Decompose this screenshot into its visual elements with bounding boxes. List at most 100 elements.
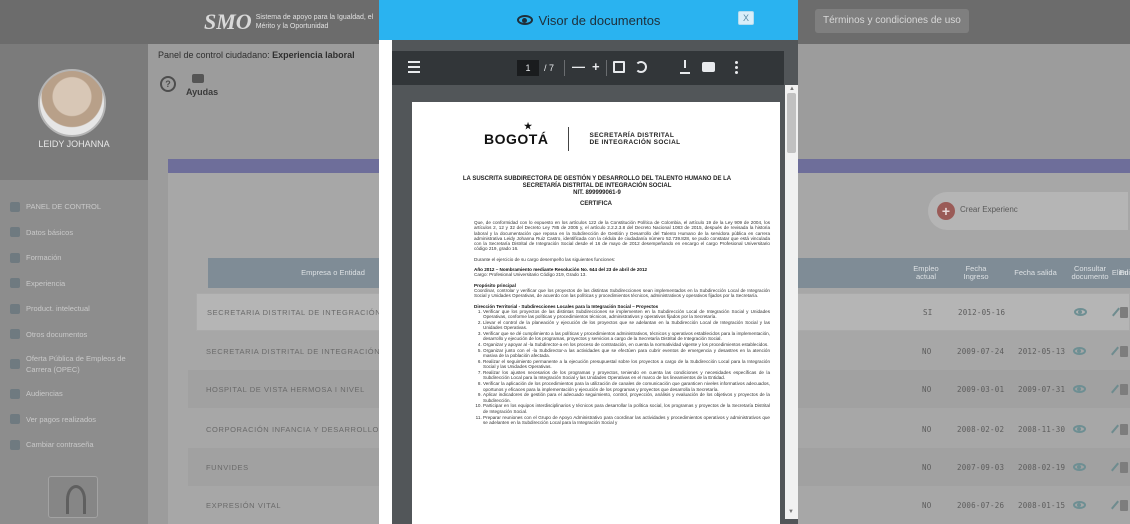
- more-options-icon[interactable]: [735, 61, 738, 74]
- delete-button[interactable]: [1120, 424, 1128, 435]
- menu-icon[interactable]: [408, 61, 420, 73]
- view-document-button[interactable]: [1073, 332, 1086, 370]
- download-icon[interactable]: [680, 60, 690, 74]
- close-button[interactable]: X: [738, 11, 754, 25]
- delete-button[interactable]: [1120, 500, 1128, 511]
- cell-entity: EXPRESIÓN VITAL: [206, 500, 282, 510]
- view-document-button[interactable]: [1073, 486, 1086, 524]
- lock-icon: [10, 439, 20, 450]
- view-document-button[interactable]: [1074, 294, 1087, 330]
- pdf-toolbar: 1 / 7 — +: [392, 51, 784, 85]
- delete-button[interactable]: [1120, 307, 1128, 318]
- list-item: Realizar los ajustes necesarios de los p…: [483, 370, 770, 381]
- cell-start: 2009-03-01: [957, 384, 1005, 394]
- help-icon[interactable]: ?: [160, 76, 176, 92]
- sidebar-item-ver-pagos[interactable]: Ver pagos realizados: [0, 407, 148, 433]
- cell-end: 2009-07-31: [1018, 384, 1066, 394]
- col-delete[interactable]: Elimi: [1110, 258, 1130, 288]
- sidebar-item-label: Audiencias: [26, 389, 63, 399]
- fit-page-icon[interactable]: [613, 61, 625, 73]
- sidebar-item-label: Otros documentos: [26, 329, 88, 339]
- view-document-button[interactable]: [1073, 410, 1086, 448]
- cell-start: 2009-07-24: [957, 346, 1005, 356]
- plus-icon: +: [937, 202, 955, 220]
- video-icon[interactable]: [192, 74, 204, 83]
- scrollbar-thumb[interactable]: [787, 93, 796, 153]
- cell-current: NO: [922, 384, 932, 394]
- edit-button[interactable]: [1111, 370, 1119, 408]
- trash-icon: [1120, 500, 1128, 511]
- rotate-icon[interactable]: [635, 61, 647, 73]
- pencil-icon: [1111, 462, 1119, 472]
- delete-button[interactable]: [1120, 346, 1128, 357]
- col-document[interactable]: Consultar documento: [1068, 258, 1112, 288]
- delete-button[interactable]: [1120, 384, 1128, 395]
- help-label[interactable]: Ayudas: [186, 87, 218, 97]
- scroll-down-icon[interactable]: ▼: [788, 509, 794, 515]
- edit-button[interactable]: [1111, 448, 1119, 486]
- app-logo[interactable]: SMO Sistema de apoyo para la Igualdad, e…: [204, 6, 376, 38]
- sidebar-item-datos-basicos[interactable]: Datos básicos: [0, 220, 148, 246]
- create-experience-button[interactable]: + Crear Experienc: [928, 192, 1128, 230]
- cell-start: 2008-02-02: [957, 424, 1005, 434]
- list-item: Llevar el control de la planeación y eje…: [483, 320, 770, 331]
- sidebar-item-experiencia[interactable]: Experiencia: [0, 271, 148, 297]
- briefcase-icon: [10, 278, 20, 289]
- people-icon: [10, 227, 20, 238]
- logo-mark: SMO: [204, 9, 252, 34]
- sidebar-item-label: PANEL DE CONTROL: [26, 202, 102, 212]
- edit-button[interactable]: [1111, 486, 1119, 524]
- terms-link[interactable]: Términos y condiciones de uso: [815, 9, 969, 33]
- cell-entity: HOSPITAL DE VISTA HERMOSA I NIVEL: [206, 384, 365, 394]
- sidebar-item-label: Datos básicos: [26, 227, 74, 237]
- document-icon: [10, 329, 20, 340]
- cell-start: 2006-07-26: [957, 500, 1005, 510]
- edit-button[interactable]: [1111, 410, 1119, 448]
- eye-icon: [1073, 501, 1086, 509]
- col-current[interactable]: Empleo actual: [908, 258, 944, 288]
- pencil-icon: [1112, 307, 1120, 317]
- heading-nit: NIT. 899999061-9: [573, 190, 621, 196]
- zoom-out-button[interactable]: —: [572, 59, 585, 75]
- sidebar-item-label: Cambiar contraseña: [26, 440, 94, 450]
- sidebar-item-opec[interactable]: Oferta Pública de Empleos de Carrera (OP…: [0, 347, 148, 381]
- viewer-scrollbar[interactable]: ▲ ▼: [785, 85, 798, 519]
- secretaria-name: SECRETARÍA DISTRITAL DE INTEGRACIÓN SOCIA…: [589, 132, 680, 147]
- col-start[interactable]: Fecha Ingreso: [953, 258, 999, 288]
- sidebar-item-panel-de-control[interactable]: PANEL DE CONTROL: [0, 194, 148, 220]
- sidebar-item-product-intelectual[interactable]: Product. intelectual: [0, 296, 148, 322]
- edit-button[interactable]: [1111, 332, 1119, 370]
- logo-text: Sistema de apoyo para la Igualdad, el Mé…: [255, 14, 374, 30]
- dashboard-icon: [10, 201, 20, 212]
- appointment-block: Año 2012 – Nombramiento mediante Resoluc…: [474, 267, 770, 278]
- pencil-icon: [1111, 384, 1119, 394]
- view-document-button[interactable]: [1073, 370, 1086, 408]
- sidebar-item-label: Product. intelectual: [26, 304, 90, 314]
- breadcrumb: Panel de control ciudadano: Experiencia …: [158, 50, 355, 60]
- sidebar-item-cambiar-contrasena[interactable]: Cambiar contraseña: [0, 432, 148, 458]
- pencil-icon: [1111, 424, 1119, 434]
- print-icon[interactable]: [702, 62, 715, 72]
- eye-icon: [1073, 347, 1086, 355]
- sidebar-item-audiencias[interactable]: Audiencias: [0, 381, 148, 407]
- functions-list: Verificar que los proyectos de las disti…: [474, 309, 770, 425]
- cell-current: NO: [922, 346, 932, 356]
- zoom-in-button[interactable]: +: [592, 59, 600, 75]
- sidebar-item-otros-documentos[interactable]: Otros documentos: [0, 322, 148, 348]
- page-number-input[interactable]: 1: [517, 60, 539, 76]
- cell-start: 2012-05-16: [958, 307, 1006, 317]
- sidebar-item-formacion[interactable]: Formación: [0, 245, 148, 271]
- trash-icon: [1120, 346, 1128, 357]
- view-document-button[interactable]: [1073, 448, 1086, 486]
- star-icon: ★: [524, 121, 533, 131]
- col-end[interactable]: Fecha salida: [1008, 258, 1063, 288]
- document-viewer-modal: Visor de documentos X 1 / 7 — + ▲ ▼ BOGO…: [379, 0, 798, 524]
- scroll-up-icon[interactable]: ▲: [789, 86, 795, 92]
- document-heading: LA SUSCRITA SUBDIRECTORA DE GESTIÓN Y DE…: [452, 176, 742, 197]
- page-total: / 7: [544, 63, 555, 73]
- eye-icon: [516, 15, 533, 25]
- edit-button[interactable]: [1112, 294, 1120, 330]
- eye-icon: [1073, 425, 1086, 433]
- delete-button[interactable]: [1120, 462, 1128, 473]
- sidebar-item-label: Oferta Pública de Empleos de Carrera (OP…: [26, 354, 126, 374]
